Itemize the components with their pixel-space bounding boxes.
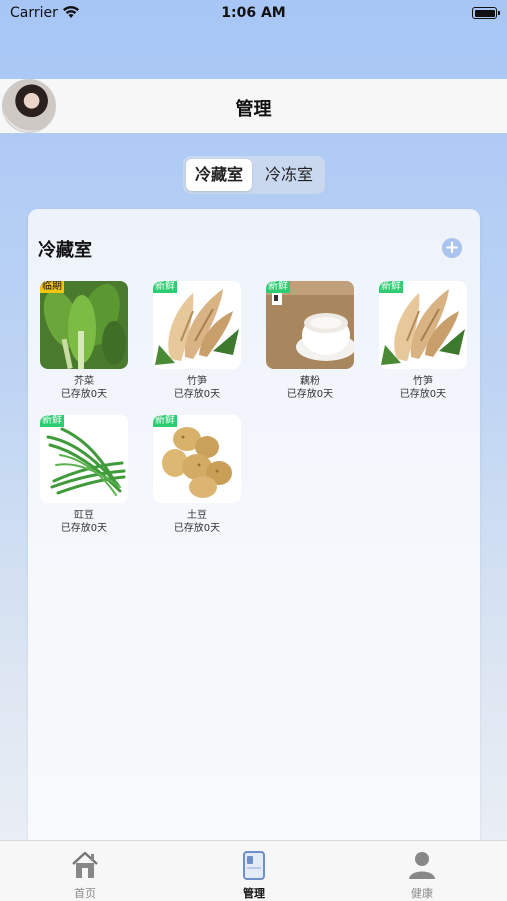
storage-days: 已存放0天 <box>399 389 447 400</box>
storage-days: 已存放0天 <box>173 523 221 534</box>
food-name: 土豆 <box>187 510 207 521</box>
tab-label: 首页 <box>74 887 96 900</box>
storage-days: 已存放0天 <box>173 389 221 400</box>
storage-card: 冷藏室 + 临期 芥菜 已存放0天 新鲜 竹笋 已存放0天 新鲜 藕粉 已存放0… <box>28 209 480 849</box>
tab-bar: 首页 管理 健康 <box>0 840 507 901</box>
food-name: 竹笋 <box>413 376 433 387</box>
status-badge: 临期 <box>40 281 64 293</box>
tab-home[interactable]: 首页 <box>25 841 145 901</box>
food-image-potatoes: 新鲜 <box>153 415 241 503</box>
status-badge: 新鲜 <box>153 415 177 427</box>
food-item[interactable]: 新鲜 藕粉 已存放0天 <box>265 281 355 402</box>
tab-label: 管理 <box>243 887 265 900</box>
status-badge: 新鲜 <box>153 281 177 293</box>
food-name: 豇豆 <box>74 510 94 521</box>
storage-days: 已存放0天 <box>286 389 334 400</box>
person-icon <box>409 852 435 879</box>
storage-segment-control: 冷藏室 冷冻室 <box>183 156 325 194</box>
home-icon <box>72 851 98 878</box>
add-button[interactable]: + <box>442 238 462 258</box>
battery-icon <box>472 7 500 19</box>
food-item[interactable]: 新鲜 豇豆 已存放0天 <box>39 415 129 536</box>
food-item[interactable]: 新鲜 竹笋 已存放0天 <box>152 281 242 402</box>
nav-bar: 管理 <box>0 79 507 133</box>
food-image-bamboo-shoots: 新鲜 <box>379 281 467 369</box>
food-item[interactable]: 临期 芥菜 已存放0天 <box>39 281 129 402</box>
food-image-leafy-greens: 临期 <box>40 281 128 369</box>
tab-health[interactable]: 健康 <box>362 841 482 901</box>
food-item[interactable]: 新鲜 竹笋 已存放0天 <box>378 281 468 402</box>
food-image-bamboo-shoots: 新鲜 <box>153 281 241 369</box>
status-bar: Carrier 1:06 AM <box>0 0 507 28</box>
food-item[interactable]: 新鲜 土豆 已存放0天 <box>152 415 242 536</box>
storage-days: 已存放0天 <box>60 523 108 534</box>
food-name: 藕粉 <box>300 376 320 387</box>
food-image-long-beans: 新鲜 <box>40 415 128 503</box>
food-name: 竹笋 <box>187 376 207 387</box>
food-name: 芥菜 <box>74 376 94 387</box>
storage-days: 已存放0天 <box>60 389 108 400</box>
food-image-lotus-root-powder: 新鲜 <box>266 281 354 369</box>
manage-icon <box>243 851 265 880</box>
status-badge: 新鲜 <box>379 281 403 293</box>
segment-freezer[interactable]: 冷冻室 <box>256 159 322 191</box>
segment-refrigerator[interactable]: 冷藏室 <box>186 159 252 191</box>
page-title: 管理 <box>235 99 272 120</box>
status-badge: 新鲜 <box>40 415 64 427</box>
tab-manage[interactable]: 管理 <box>194 841 314 901</box>
tab-label: 健康 <box>411 887 433 900</box>
status-time: 1:06 AM <box>221 5 286 21</box>
status-badge: 新鲜 <box>266 281 290 293</box>
card-title: 冷藏室 <box>38 240 92 261</box>
